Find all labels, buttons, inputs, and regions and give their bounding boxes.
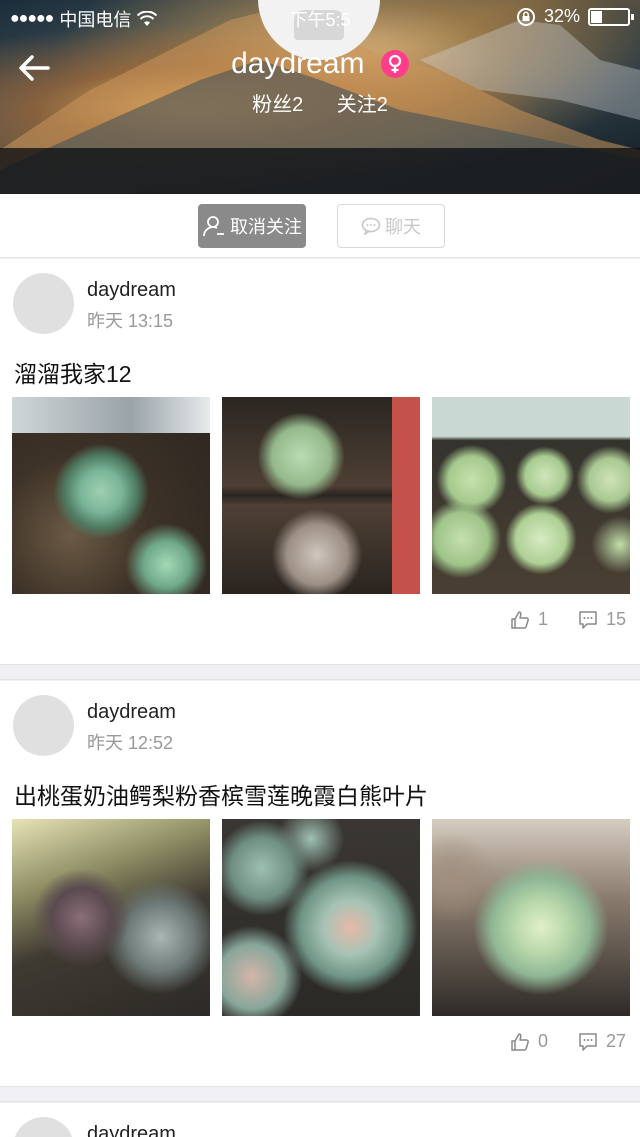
female-icon	[380, 50, 409, 79]
post-time: 昨天 13:15	[87, 311, 174, 331]
avatar[interactable]	[13, 273, 74, 334]
thumbs-up-icon[interactable]	[510, 610, 530, 630]
like-count: 1	[537, 609, 548, 629]
post-image[interactable]	[432, 819, 630, 1016]
orientation-lock-icon	[516, 7, 535, 26]
post-item[interactable]: daydream	[0, 1103, 640, 1137]
post-text: 出桃蛋奶油鳄梨粉香槟雪莲晚霞白熊叶片	[14, 783, 428, 809]
post-images	[12, 819, 630, 1016]
post-author[interactable]: daydream	[87, 701, 176, 724]
post-author[interactable]: daydream	[87, 1123, 176, 1137]
post-item[interactable]: daydream 昨天 13:15 溜溜我家12 1 15	[0, 259, 640, 664]
post-image[interactable]	[432, 397, 630, 594]
post-image[interactable]	[222, 397, 420, 594]
profile-name-row: daydream	[0, 46, 640, 81]
following-count[interactable]: 关注2	[337, 94, 388, 116]
status-bar: ●●●●● 中国电信 下午5:5 32%	[0, 0, 640, 34]
person-icon	[203, 216, 224, 237]
post-images	[12, 397, 630, 594]
comment-count: 27	[605, 1031, 626, 1051]
divider	[0, 664, 640, 680]
post-text: 溜溜我家12	[14, 361, 132, 387]
comment-count: 15	[605, 609, 626, 629]
follow-stats: 粉丝2 关注2	[0, 88, 640, 117]
chat-bubble-icon	[361, 217, 381, 235]
battery-icon	[588, 7, 634, 26]
header-shadow	[0, 148, 640, 194]
post-stats: 0 27	[510, 1031, 626, 1052]
post-image[interactable]	[12, 819, 210, 1016]
divider	[0, 1086, 640, 1102]
post-image[interactable]	[12, 397, 210, 594]
unfollow-button[interactable]: 取消关注	[198, 204, 306, 248]
avatar[interactable]	[13, 1117, 74, 1137]
like-count: 0	[537, 1031, 548, 1051]
post-item[interactable]: daydream 昨天 12:52 出桃蛋奶油鳄梨粉香槟雪莲晚霞白熊叶片 0 2…	[0, 681, 640, 1086]
fans-count[interactable]: 粉丝2	[252, 94, 303, 116]
action-bar: 取消关注 聊天	[0, 194, 640, 258]
avatar[interactable]	[13, 695, 74, 756]
comment-icon[interactable]	[578, 1032, 598, 1052]
post-author[interactable]: daydream	[87, 279, 176, 302]
battery-percent: 32%	[543, 6, 580, 26]
chat-label: 聊天	[385, 217, 421, 237]
unfollow-label: 取消关注	[230, 217, 302, 237]
comment-icon[interactable]	[578, 610, 598, 630]
profile-name: daydream	[231, 47, 365, 81]
thumbs-up-icon[interactable]	[510, 1032, 530, 1052]
chat-button[interactable]: 聊天	[337, 204, 445, 248]
profile-header: ●●●●● 中国电信 下午5:5 32% daydream 粉丝2 关注2	[0, 0, 640, 194]
post-stats: 1 15	[510, 609, 626, 630]
post-image[interactable]	[222, 819, 420, 1016]
post-time: 昨天 12:52	[87, 733, 174, 753]
